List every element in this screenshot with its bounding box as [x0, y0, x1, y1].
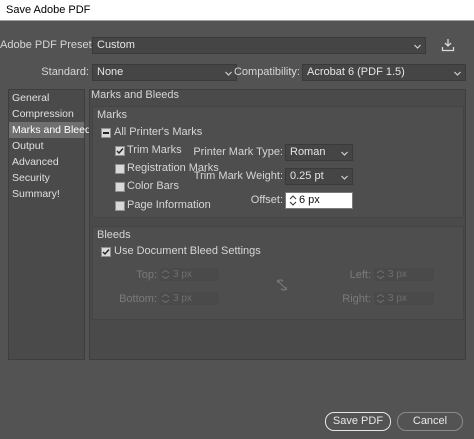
printer-mark-type-value: Roman [290, 146, 326, 158]
trim-mark-weight-dropdown[interactable]: 0.25 pt [285, 168, 353, 185]
printer-mark-type-label: Printer Mark Type: [193, 146, 283, 158]
trim-marks-label: Trim Marks [127, 144, 182, 156]
chevron-down-icon [414, 44, 421, 49]
sidebar-item-general[interactable]: General [9, 90, 84, 106]
sidebar-item-marks-and-bleeds[interactable]: Marks and Bleeds [9, 122, 96, 138]
trim-marks-checkbox[interactable] [115, 146, 125, 156]
settings-panel: Marks and Bleeds Marks All Printer's Mar… [89, 89, 466, 360]
page-information-checkbox[interactable] [115, 201, 125, 211]
bleed-bottom-field[interactable]: 3 px [158, 291, 220, 306]
preset-value: Custom [97, 39, 135, 51]
color-bars-checkbox[interactable] [115, 182, 125, 192]
sidebar-item-advanced[interactable]: Advanced [9, 154, 84, 170]
bleed-right-value: 3 px [388, 293, 407, 304]
cancel-button[interactable]: Cancel [397, 412, 463, 431]
chevron-down-icon [341, 151, 348, 156]
offset-stepper[interactable]: 6 px [285, 192, 353, 209]
sidebar-item-output[interactable]: Output [9, 138, 84, 154]
offset-label: Offset: [250, 194, 283, 206]
trim-mark-weight-value: 0.25 pt [290, 170, 324, 182]
registration-marks-checkbox[interactable] [115, 164, 125, 174]
use-document-bleed-label: Use Document Bleed Settings [114, 245, 261, 257]
bleed-left-value: 3 px [388, 269, 407, 280]
standard-label: Standard: [41, 66, 89, 78]
chevron-down-icon [454, 71, 461, 76]
panel-title: Marks and Bleeds [91, 89, 180, 101]
stepper-arrows-icon [376, 270, 385, 279]
bleed-left-label: Left: [349, 269, 371, 281]
sidebar-item-security[interactable]: Security [9, 170, 84, 186]
marks-group: Marks All Printer's Marks Trim Marks Reg… [92, 106, 464, 218]
standard-value: None [97, 66, 124, 78]
indeterminate-icon [103, 132, 109, 134]
bleed-right-field[interactable]: 3 px [373, 291, 435, 306]
bleed-top-label: Top: [136, 269, 157, 281]
bleed-bottom-label: Bottom: [119, 293, 157, 305]
stepper-arrows-icon [376, 294, 385, 303]
all-printers-marks-label: All Printer's Marks [114, 126, 203, 138]
bleed-top-value: 3 px [173, 269, 192, 280]
title-bar: Save Adobe PDF [0, 0, 474, 21]
bleed-right-label: Right: [342, 293, 371, 305]
checkmark-icon [116, 148, 124, 155]
preset-label: Adobe PDF Preset: [0, 39, 95, 51]
chevron-down-icon [225, 71, 232, 76]
save-pdf-dialog: Adobe PDF Preset: Custom Standard: None … [0, 21, 474, 439]
stepper-arrows-icon [289, 195, 297, 206]
chevron-down-icon [341, 175, 348, 180]
compatibility-label: Compatibility: [233, 66, 300, 78]
standard-dropdown[interactable]: None [92, 64, 237, 81]
save-preset-icon[interactable] [441, 38, 455, 52]
page-information-label: Page Information [127, 199, 211, 211]
stepper-arrows-icon [161, 270, 170, 279]
link-broken-icon[interactable] [275, 278, 289, 292]
all-printers-marks-checkbox[interactable] [101, 128, 111, 138]
bleed-left-field[interactable]: 3 px [373, 267, 435, 282]
save-pdf-button[interactable]: Save PDF [325, 412, 391, 431]
window-title: Save Adobe PDF [6, 4, 91, 16]
bleeds-group: Bleeds Use Document Bleed Settings Top: … [92, 226, 464, 320]
sidebar-item-summary[interactable]: Summary! [9, 186, 84, 202]
trim-mark-weight-label: Trim Mark Weight: [193, 170, 283, 182]
checkmark-icon [102, 249, 110, 256]
bleeds-header: Bleeds [97, 229, 131, 241]
color-bars-label: Color Bars [127, 180, 179, 192]
sidebar-item-compression[interactable]: Compression [9, 106, 84, 122]
use-document-bleed-checkbox[interactable] [101, 247, 111, 257]
category-sidebar: General Compression Marks and Bleeds Out… [8, 89, 96, 360]
compatibility-dropdown[interactable]: Acrobat 6 (PDF 1.5) [302, 64, 466, 81]
offset-value: 6 px [299, 194, 320, 206]
preset-dropdown[interactable]: Custom [92, 37, 426, 54]
stepper-arrows-icon [161, 294, 170, 303]
marks-header: Marks [97, 109, 127, 121]
compatibility-value: Acrobat 6 (PDF 1.5) [307, 66, 405, 78]
bleed-top-field[interactable]: 3 px [158, 267, 220, 282]
bleed-bottom-value: 3 px [173, 293, 192, 304]
printer-mark-type-dropdown[interactable]: Roman [285, 144, 353, 161]
